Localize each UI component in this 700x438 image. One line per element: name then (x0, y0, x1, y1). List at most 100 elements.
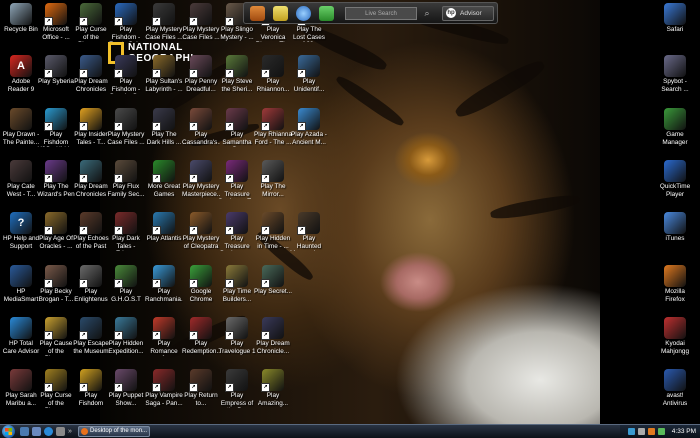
desktop-icon[interactable]: Play Drawn - The Painte... (2, 107, 40, 151)
desktop-icon[interactable]: Mozilla Firefox (656, 264, 694, 308)
desktop-icon[interactable]: QuickTime Player (656, 159, 694, 203)
desktop-icon[interactable]: ↗ Play Redemption... (182, 316, 220, 360)
desktop-icon[interactable]: iTunes (656, 211, 694, 255)
app-icon: ↗ (225, 55, 248, 78)
desktop-icon[interactable]: ↗ Play Escape the Museum (72, 316, 110, 360)
desktop-icon[interactable]: ↗Play Cause of the Phara... (37, 316, 75, 360)
switch-windows-icon[interactable] (32, 427, 41, 436)
desktop-icon[interactable]: ↗ Play The Wizard's Pen (37, 159, 75, 203)
clock[interactable]: 4:33 PM (672, 425, 696, 438)
desktop-icon[interactable]: ↗ Play G.H.O.S.T (107, 264, 145, 308)
desktop-icon[interactable]: Play Cate West - T... (2, 159, 40, 203)
desktop-icon[interactable]: ↗Play Romance of... (145, 316, 183, 360)
desktop-icon[interactable]: Spybot - Search ... (656, 54, 694, 98)
desktop-icon[interactable]: ↗Play Dark Tales - Edga... (107, 211, 145, 255)
quicklaunch-icon[interactable] (56, 427, 65, 436)
desktop-icon[interactable]: ↗Play Fishdom - Spooky S... (107, 54, 145, 98)
desktop-icon[interactable]: ↗ Google Chrome (182, 264, 220, 308)
desktop-icon[interactable]: ↗ Play Hidden Expedition... (107, 316, 145, 360)
show-desktop-icon[interactable] (20, 427, 29, 436)
desktop-icon[interactable]: ↗ Play The Mirror... (254, 159, 292, 203)
desktop-icon[interactable]: ↗ Play Mystery Case Files ... (145, 2, 183, 46)
desktop-icon[interactable]: ↗Play Curse of the Pharao... (72, 2, 110, 46)
desktop-icon[interactable]: ↗Play Treasure Seekers - T... (218, 159, 256, 203)
desktop-icon-label: Play Ranchmania... (145, 288, 183, 303)
desktop-icon[interactable]: ↗ Play Syberia (37, 54, 75, 98)
desktop-icon[interactable]: Game Manager (656, 107, 694, 151)
search-icon[interactable]: ⌕ (421, 7, 433, 20)
desktop-icon[interactable]: Safari (656, 2, 694, 46)
desktop-icon[interactable]: HP Total Care Advisor (2, 316, 40, 360)
app-icon: ↗ (152, 317, 175, 340)
desktop-icon[interactable]: avast! Antivirus (656, 368, 694, 412)
notes-icon[interactable] (273, 6, 288, 21)
desktop-icon[interactable]: ↗ Play Echoes of the Past (72, 211, 110, 255)
desktop-icon[interactable]: ↗ Play Enlightenus (72, 264, 110, 308)
desktop-icon[interactable]: ↗ Play Sultan's Labyrinth - ... (145, 54, 183, 98)
desktop-icon[interactable]: ↗ Play Insider Tales - T... (72, 107, 110, 151)
desktop[interactable]: NATIONAL GEOGRAPHI Recycle BinAAdobe Rea… (0, 0, 700, 424)
desktop-icon[interactable]: ↗ Play Age Of Oracles - ... (37, 211, 75, 255)
desktop-icon[interactable]: ↗ Play Puppet Show... (107, 368, 145, 412)
desktop-icon-label: Play Drawn - The Painte... (2, 131, 40, 146)
desktop-icon[interactable]: ↗ Play Penny Dreadful... (182, 54, 220, 98)
web-icon[interactable] (296, 6, 311, 21)
desktop-icon[interactable]: ↗ Play Hidden in Time - ... (254, 211, 292, 255)
desktop-icon[interactable]: ↗ Play Rhianna Ford - The ... (254, 107, 292, 151)
desktop-icon[interactable]: A Adobe Reader 9 (2, 54, 40, 98)
desktop-icon[interactable]: ↗ Play Dream Chronicles (72, 54, 110, 98)
power-tray-icon[interactable] (658, 428, 665, 435)
desktop-icon[interactable]: ↗Play Samantha S... (218, 107, 256, 151)
desktop-icon[interactable]: Recycle Bin (2, 2, 40, 46)
desktop-icon[interactable]: ↗ Play Becky Brogan - T... (37, 264, 75, 308)
desktop-icon[interactable]: ↗ Play Dream Chronicle... (254, 316, 292, 360)
taskbar-firefox-window[interactable]: Desktop of the mon... (78, 426, 150, 437)
desktop-icon-label: Play Amazing... (257, 392, 289, 407)
live-search-input[interactable]: Live Search (345, 7, 417, 20)
desktop-icon[interactable]: ? HP Help and Support (2, 211, 40, 255)
desktop-icon[interactable]: ↗Play Empress of the D... (218, 368, 256, 412)
desktop-icon[interactable]: Kyodai Mahjongg (656, 316, 694, 360)
hp-tools-icon[interactable] (250, 6, 265, 21)
ie-icon[interactable] (44, 427, 53, 436)
desktop-icon[interactable]: ↗ Play Atlantis (145, 211, 183, 255)
desktop-icon[interactable]: ↗ Play Mystery Case Files ... (107, 107, 145, 151)
antivirus-tray-icon[interactable] (648, 428, 655, 435)
desktop-icon-label: Play Sultan's Labyrinth - ... (145, 78, 183, 93)
desktop-icon[interactable]: ↗ Play Azada - Ancient M... (290, 107, 328, 151)
desktop-icon[interactable]: Play Sarah Maribu a... (2, 368, 40, 412)
desktop-icon[interactable]: ↗Play Fishdom - Frosty Spl... (107, 2, 145, 46)
start-button[interactable] (2, 425, 15, 438)
desktop-icon[interactable]: ↗Play Curse of the Phara... (37, 368, 75, 412)
desktop-icon[interactable]: ↗ Play Vampire Saga - Pan... (145, 368, 183, 412)
desktop-icon[interactable]: ↗ Microsoft Office - ... (37, 2, 75, 46)
desktop-icon[interactable]: HP MediaSmart (2, 264, 40, 308)
network-tray-icon[interactable] (628, 428, 635, 435)
desktop-icon[interactable]: ↗ Play Rhiannon... (254, 54, 292, 98)
desktop-icon[interactable]: ↗ Play Amazing... (254, 368, 292, 412)
volume-tray-icon[interactable] (638, 428, 645, 435)
desktop-icon[interactable]: ↗ Play Return to... (182, 368, 220, 412)
desktop-icon[interactable]: ↗ Play Mystery Masterpiece... (182, 159, 220, 203)
desktop-icon[interactable]: ↗ Play Steve the Sheri... (218, 54, 256, 98)
desktop-icon[interactable]: ↗ Play Dream Chronicles (72, 159, 110, 203)
advisor-button[interactable]: hp Advisor (442, 6, 494, 21)
network-icon[interactable] (319, 6, 334, 21)
desktop-icon[interactable]: ↗Play Haunted Manor - Lor... (290, 211, 328, 255)
desktop-icon[interactable]: ↗ Play Fishdom (72, 368, 110, 412)
desktop-icon[interactable]: ↗ Play Secret... (254, 264, 292, 308)
desktop-icon[interactable]: ↗ Play Travelogue 1 (218, 316, 256, 360)
desktop-icon[interactable]: ↗ Play The Dark Hills ... (145, 107, 183, 151)
desktop-icon[interactable]: ↗ Play Ranchmania... (145, 264, 183, 308)
desktop-icon[interactable]: ↗Play Fishdom H2O - Hidd... (37, 107, 75, 151)
chevron-right-icon[interactable]: » (68, 427, 74, 436)
desktop-icon[interactable]: ↗ Play Cassandra's... (182, 107, 220, 151)
desktop-icon[interactable]: ↗Play Treasure Seekers - ... (218, 211, 256, 255)
app-icon: ↗ (152, 108, 175, 131)
desktop-icon[interactable]: ↗ Play Mystery Case Files ... (182, 2, 220, 46)
desktop-icon[interactable]: ↗ Play Time Builders... (218, 264, 256, 308)
desktop-icon[interactable]: ↗ Play Unidentif... (290, 54, 328, 98)
desktop-icon[interactable]: ↗ Play Flux Family Sec... (107, 159, 145, 203)
desktop-icon[interactable]: ↗ More Great Games (145, 159, 183, 203)
desktop-icon[interactable]: ↗ Play Mystery of Cleopatra (182, 211, 220, 255)
